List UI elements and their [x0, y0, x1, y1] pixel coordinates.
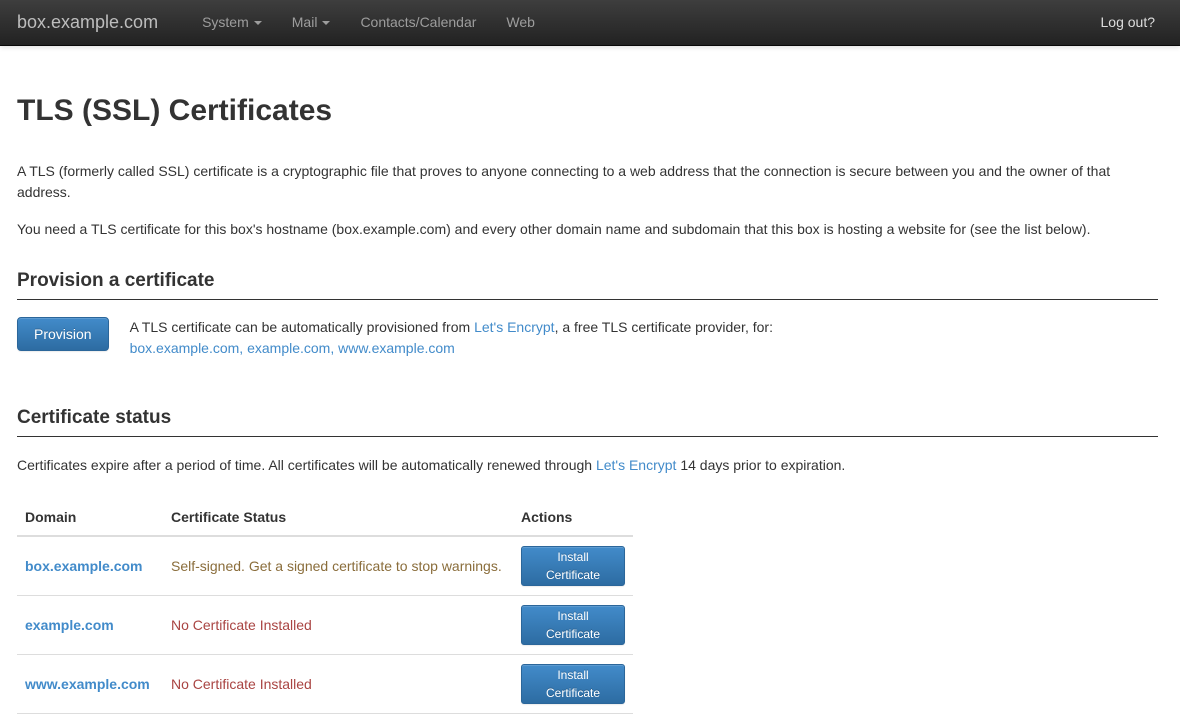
provision-row: Provision A TLS certificate can be autom…: [17, 317, 1158, 359]
nav-item-mail[interactable]: Mail: [277, 0, 346, 45]
navbar: box.example.com System Mail Contacts/Cal…: [0, 0, 1180, 46]
table-row: example.com No Certificate Installed Ins…: [17, 595, 633, 654]
status-cell: Self-signed. Get a signed certificate to…: [163, 536, 513, 596]
nav-item-web-label: Web: [506, 12, 535, 33]
install-certificate-button[interactable]: Install Certificate: [521, 546, 625, 586]
table-header-row: Domain Certificate Status Actions: [17, 500, 633, 536]
column-header-domain: Domain: [17, 500, 163, 536]
provision-description: A TLS certificate can be automatically p…: [130, 317, 773, 359]
caret-down-icon: [322, 21, 330, 25]
caret-down-icon: [254, 21, 262, 25]
install-certificate-button[interactable]: Install Certificate: [521, 664, 625, 704]
install-certificate-button[interactable]: Install Certificate: [521, 605, 625, 645]
nav-item-mail-label: Mail: [292, 12, 318, 33]
actions-cell: Install Certificate: [513, 654, 633, 713]
provision-section: Provision a certificate Provision A TLS …: [17, 270, 1158, 359]
navbar-brand[interactable]: box.example.com: [0, 9, 173, 36]
nav-item-system-label: System: [202, 12, 249, 33]
domain-cell: example.com: [17, 595, 163, 654]
intro-paragraph-1: A TLS (formerly called SSL) certificate …: [17, 161, 1158, 203]
certificate-status-section: Certificate status Certificates expire a…: [17, 407, 1158, 714]
domain-cell: box.example.com: [17, 536, 163, 596]
provision-description-line: A TLS certificate can be automatically p…: [130, 317, 773, 338]
nav-item-contacts-calendar[interactable]: Contacts/Calendar: [345, 0, 491, 45]
actions-cell: Install Certificate: [513, 595, 633, 654]
actions-cell: Install Certificate: [513, 536, 633, 596]
intro-paragraph-2: You need a TLS certificate for this box'…: [17, 219, 1158, 240]
provision-domains: box.example.com, example.com, www.exampl…: [130, 338, 773, 359]
domain-cell: www.example.com: [17, 654, 163, 713]
column-header-actions: Actions: [513, 500, 633, 536]
status-cell: No Certificate Installed: [163, 654, 513, 713]
lets-encrypt-link[interactable]: Let's Encrypt: [596, 457, 677, 473]
logout-link[interactable]: Log out?: [1101, 12, 1180, 33]
main-content: TLS (SSL) Certificates A TLS (formerly c…: [0, 94, 1180, 714]
nav-item-web[interactable]: Web: [491, 0, 550, 45]
navbar-menu: System Mail Contacts/Calendar Web: [187, 0, 550, 45]
page-title: TLS (SSL) Certificates: [17, 94, 1158, 127]
status-cell: No Certificate Installed: [163, 595, 513, 654]
nav-item-contacts-calendar-label: Contacts/Calendar: [360, 12, 476, 33]
provision-text-after: , a free TLS certificate provider, for:: [555, 319, 773, 335]
expiry-note-after: 14 days prior to expiration.: [676, 457, 845, 473]
provision-text-before: A TLS certificate can be automatically p…: [130, 319, 474, 335]
table-row: www.example.com No Certificate Installed…: [17, 654, 633, 713]
lets-encrypt-link[interactable]: Let's Encrypt: [474, 319, 555, 335]
table-row: box.example.com Self-signed. Get a signe…: [17, 536, 633, 596]
expiry-note: Certificates expire after a period of ti…: [17, 455, 1158, 476]
certificate-table: Domain Certificate Status Actions box.ex…: [17, 500, 633, 714]
provision-heading: Provision a certificate: [17, 270, 1158, 300]
certificate-status-heading: Certificate status: [17, 407, 1158, 437]
provision-button[interactable]: Provision: [17, 317, 109, 351]
expiry-note-before: Certificates expire after a period of ti…: [17, 457, 596, 473]
nav-item-system[interactable]: System: [187, 0, 277, 45]
column-header-certificate-status: Certificate Status: [163, 500, 513, 536]
